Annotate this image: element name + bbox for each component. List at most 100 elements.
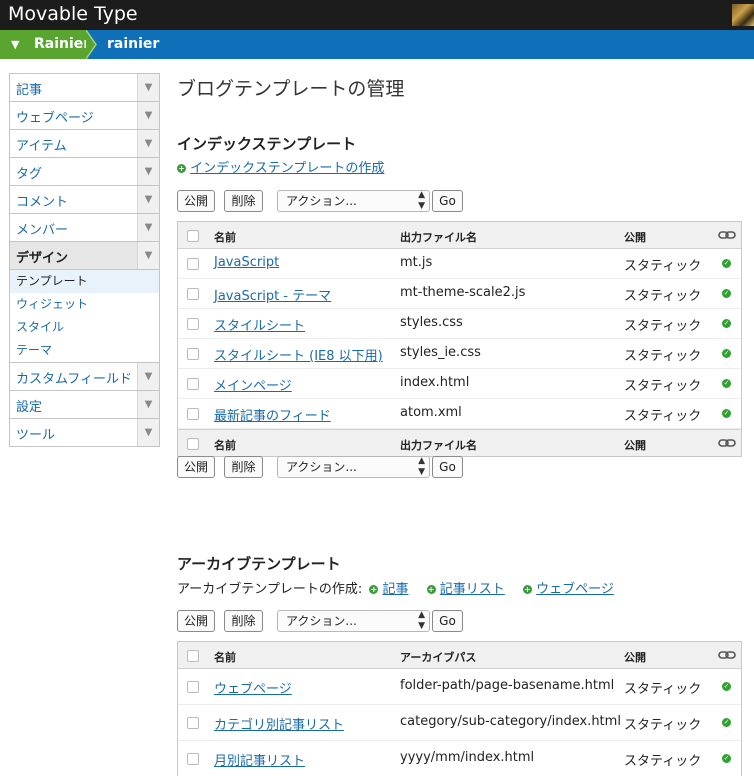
publish-button[interactable]: 公開 [177, 610, 215, 632]
table-row[interactable]: 月別記事リスト yyyy/mm/index.html スタティック ✓ [178, 741, 741, 776]
delete-button[interactable]: 削除 [224, 190, 263, 212]
create-entry-list-archive-link[interactable]: 記事リスト [440, 582, 505, 597]
table-footer: 名前 出力ファイル名 公開 [178, 429, 741, 456]
col-publish[interactable]: 公開 [624, 229, 646, 245]
row-checkbox[interactable] [187, 318, 199, 330]
sidebar-item-tags[interactable]: タグ ▼ [10, 158, 159, 186]
archive-templates-table: 名前 アーカイブパス 公開 ウェブページ folder-path/page-ba… [177, 641, 742, 776]
template-name-link[interactable]: メインページ [214, 375, 292, 394]
sidebar-item-settings[interactable]: 設定 ▼ [10, 391, 159, 419]
submenu-item-templates[interactable]: テンプレート [10, 270, 159, 293]
publish-button[interactable]: 公開 [177, 190, 215, 212]
chevron-down-icon[interactable]: ▼ [137, 391, 159, 418]
create-archive-prefix: アーカイブテンプレートの作成: [177, 582, 363, 597]
row-checkbox[interactable] [187, 348, 199, 360]
app-title[interactable]: Movable Type [8, 3, 138, 25]
row-checkbox[interactable] [187, 258, 199, 270]
breadcrumb: ▼ Rainier rainier [0, 30, 754, 59]
row-checkbox[interactable] [187, 681, 199, 693]
row-checkbox[interactable] [187, 288, 199, 300]
template-name-link[interactable]: カテゴリ別記事リスト [214, 714, 344, 733]
chevron-down-icon[interactable]: ▼ [137, 242, 159, 269]
output-file: mt-theme-scale2.js [400, 285, 526, 300]
submenu-item-widgets[interactable]: ウィジェット [10, 293, 159, 316]
template-name-link[interactable]: 最新記事のフィード [214, 405, 331, 424]
template-name-link[interactable]: JavaScript - テーマ [214, 285, 331, 304]
chevron-down-icon[interactable]: ▼ [137, 130, 159, 157]
table-row[interactable]: スタイルシート (IE8 以下用) styles_ie.css スタティック ✓ [178, 339, 741, 369]
go-button[interactable]: Go [432, 190, 463, 212]
submenu-item-styles[interactable]: スタイル [10, 316, 159, 339]
select-all-checkbox[interactable] [187, 438, 199, 450]
select-all-checkbox[interactable] [187, 230, 199, 242]
table-row[interactable]: 最新記事のフィード atom.xml スタティック ✓ [178, 399, 741, 429]
chevron-down-icon[interactable]: ▼ [137, 214, 159, 241]
sidebar-item-custom-fields[interactable]: カスタムフィールド ▼ [10, 363, 159, 391]
create-entry-archive-link[interactable]: 記事 [383, 582, 409, 597]
col-name[interactable]: 名前 [214, 649, 236, 665]
sidebar-item-webpages[interactable]: ウェブページ ▼ [10, 102, 159, 130]
go-button[interactable]: Go [432, 610, 463, 632]
col-path[interactable]: アーカイブパス [400, 649, 476, 665]
col-publish[interactable]: 公開 [624, 437, 646, 453]
col-name[interactable]: 名前 [214, 437, 236, 453]
row-checkbox[interactable] [187, 378, 199, 390]
plus-icon: + [177, 164, 186, 173]
row-checkbox[interactable] [187, 753, 199, 765]
action-select-value: アクション... [286, 460, 357, 474]
row-checkbox[interactable] [187, 717, 199, 729]
site-switcher[interactable]: ▼ Rainier [0, 30, 90, 59]
select-all-checkbox[interactable] [187, 650, 199, 662]
chevron-down-icon[interactable]: ▼ [137, 102, 159, 129]
chevron-down-icon[interactable]: ▼ [137, 186, 159, 213]
check-icon: ✓ [722, 409, 731, 418]
check-icon: ✓ [722, 718, 731, 727]
chevron-down-icon[interactable]: ▼ [137, 363, 159, 390]
action-select[interactable]: アクション... ▲ ▼ [277, 610, 430, 632]
action-select-value: アクション... [286, 194, 357, 208]
create-index-template-link[interactable]: インデックステンプレートの作成 [190, 161, 384, 176]
link-icon [718, 651, 736, 659]
col-name[interactable]: 名前 [214, 229, 236, 245]
sidebar-item-assets[interactable]: アイテム ▼ [10, 130, 159, 158]
template-name-link[interactable]: 月別記事リスト [214, 750, 305, 769]
chevron-down-icon[interactable]: ▼ [137, 419, 159, 446]
template-name-link[interactable]: スタイルシート [214, 315, 305, 334]
chevron-down-icon[interactable]: ▼ [137, 74, 159, 101]
blog-name[interactable]: rainier [107, 30, 159, 59]
row-checkbox[interactable] [187, 408, 199, 420]
table-row[interactable]: ウェブページ folder-path/page-basename.html スタ… [178, 669, 741, 705]
sidebar-item-label: アイテム [16, 139, 67, 154]
sidebar-item-design[interactable]: デザイン ▼ [10, 242, 159, 270]
chevron-down-icon[interactable]: ▼ [137, 158, 159, 185]
sidebar-item-entries[interactable]: 記事 ▼ [10, 74, 159, 102]
table-row[interactable]: メインページ index.html スタティック ✓ [178, 369, 741, 399]
output-file: mt.js [400, 255, 433, 270]
template-name-link[interactable]: スタイルシート (IE8 以下用) [214, 345, 383, 364]
col-output[interactable]: 出力ファイル名 [400, 229, 477, 245]
avatar[interactable] [732, 4, 754, 26]
publish-type: スタティック [624, 682, 702, 697]
action-select[interactable]: アクション... ▲ ▼ [277, 190, 430, 212]
sidebar-item-tools[interactable]: ツール ▼ [10, 419, 159, 446]
create-page-archive-link[interactable]: ウェブページ [536, 582, 614, 597]
action-select[interactable]: アクション... ▲ ▼ [277, 456, 430, 478]
table-row[interactable]: スタイルシート styles.css スタティック ✓ [178, 309, 741, 339]
go-button[interactable]: Go [432, 456, 463, 478]
table-row[interactable]: JavaScript - テーマ mt-theme-scale2.js スタティ… [178, 279, 741, 309]
table-row[interactable]: カテゴリ別記事リスト category/sub-category/index.h… [178, 705, 741, 741]
sidebar-item-members[interactable]: メンバー ▼ [10, 214, 159, 242]
check-icon: ✓ [722, 349, 731, 358]
delete-button[interactable]: 削除 [224, 610, 263, 632]
publish-type: スタティック [624, 289, 702, 304]
template-name-link[interactable]: JavaScript [214, 255, 279, 270]
sidebar-item-comments[interactable]: コメント ▼ [10, 186, 159, 214]
submenu-item-themes[interactable]: テーマ [10, 339, 159, 362]
publish-button[interactable]: 公開 [177, 456, 215, 478]
table-row[interactable]: JavaScript mt.js スタティック ✓ [178, 249, 741, 279]
output-file: styles.css [400, 315, 463, 330]
col-output[interactable]: 出力ファイル名 [400, 437, 477, 453]
template-name-link[interactable]: ウェブページ [214, 678, 292, 697]
col-publish[interactable]: 公開 [624, 649, 646, 665]
delete-button[interactable]: 削除 [224, 456, 263, 478]
